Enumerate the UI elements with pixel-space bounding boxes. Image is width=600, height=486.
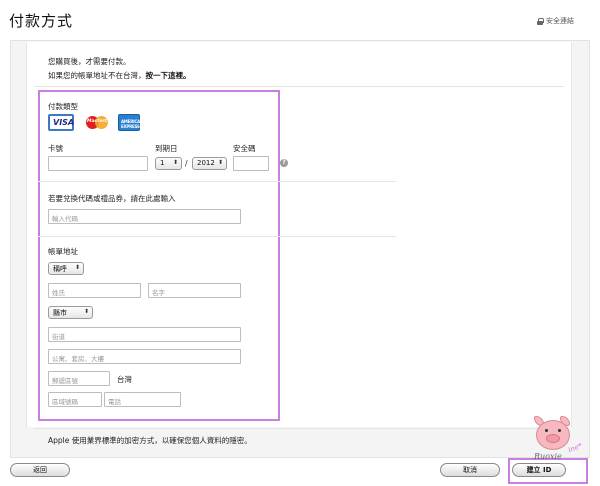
divider — [34, 86, 564, 87]
updown-arrow-icon: ⬍ — [83, 308, 89, 315]
back-button[interactable]: 返回 — [10, 463, 70, 477]
updown-arrow-icon: ⬍ — [74, 264, 80, 271]
expiry-year-value: 2012 — [197, 159, 215, 167]
expiry-separator: / — [185, 159, 188, 168]
secure-label: 安全連結 — [546, 17, 574, 25]
first-name-input[interactable]: 名字 — [148, 283, 241, 298]
promo-label: 若要兌換代碼或禮品券，請在此處輸入 — [48, 194, 176, 203]
postal-code-input[interactable]: 郵遞區號 — [48, 371, 110, 386]
watermark-text: Ruoxie — [534, 452, 562, 461]
expiry-year-select[interactable]: 2012 ⬍ — [192, 157, 227, 170]
payment-type-label: 付款類型 — [48, 102, 78, 111]
updown-arrow-icon: ⬍ — [172, 159, 178, 166]
last-name-input[interactable]: 姓氏 — [48, 283, 141, 298]
intro-line-2: 如果您的帳單地址不在台灣，按一下這裡。 — [48, 70, 191, 81]
billing-address-label: 帳單地址 — [48, 247, 78, 256]
watermark-text-2: ine* — [567, 441, 584, 455]
salutation-value: 稱呼 — [53, 265, 67, 273]
encryption-note: Apple 使用業界標準的加密方式，以確保您個人資料的隱密。 — [48, 436, 252, 445]
help-icon[interactable]: ? — [280, 159, 288, 167]
promo-code-input[interactable]: 輸入代碼 — [48, 209, 241, 224]
billing-outside-link[interactable]: 按一下這裡。 — [146, 71, 191, 80]
amex-label: AMERICAN EXPRESS — [121, 119, 144, 129]
updown-arrow-icon: ⬍ — [217, 159, 223, 166]
card-number-input[interactable] — [48, 156, 148, 171]
card-number-label: 卡號 — [48, 144, 63, 153]
pig-snout — [546, 434, 560, 443]
page-title: 付款方式 — [9, 12, 74, 30]
area-code-input[interactable]: 區域號碼 — [48, 392, 102, 407]
apartment-input[interactable]: 公寓、套房、大樓 — [48, 349, 241, 364]
divider — [34, 428, 564, 429]
secure-connection: 安全連結 — [537, 16, 574, 26]
lock-icon — [537, 17, 544, 25]
amex-card-option[interactable]: AMERICAN EXPRESS — [118, 114, 144, 131]
cvv-input[interactable] — [233, 156, 269, 171]
expiry-month-select[interactable]: 1 ⬍ — [155, 157, 182, 170]
expiry-label: 到期日 — [155, 144, 178, 153]
city-select[interactable]: 縣市 ⬍ — [48, 306, 93, 319]
country-label: 台灣 — [117, 375, 132, 384]
pig-eye-right — [558, 429, 561, 432]
street-input[interactable]: 街道 — [48, 327, 241, 342]
mastercard-card-option[interactable]: MasterCard — [84, 114, 116, 131]
pig-watermark: Ruoxie ine* — [528, 414, 594, 470]
salutation-select[interactable]: 稱呼 ⬍ — [48, 262, 84, 275]
cvv-label: 安全碼 — [233, 144, 256, 153]
divider — [38, 236, 396, 237]
intro-line-2-text: 如果您的帳單地址不在台灣， — [48, 71, 146, 80]
expiry-month-value: 1 — [160, 159, 165, 167]
phone-input[interactable]: 電話 — [104, 392, 181, 407]
intro-line-1: 您購買後，才需要付款。 — [48, 57, 131, 66]
divider — [38, 181, 396, 182]
pig-eye-left — [545, 429, 548, 432]
visa-label: VISA — [53, 118, 75, 127]
cancel-button[interactable]: 取消 — [440, 463, 500, 477]
visa-card-option[interactable]: VISA — [48, 114, 74, 131]
city-value: 縣市 — [53, 309, 67, 317]
mastercard-label: MasterCard — [87, 119, 117, 124]
